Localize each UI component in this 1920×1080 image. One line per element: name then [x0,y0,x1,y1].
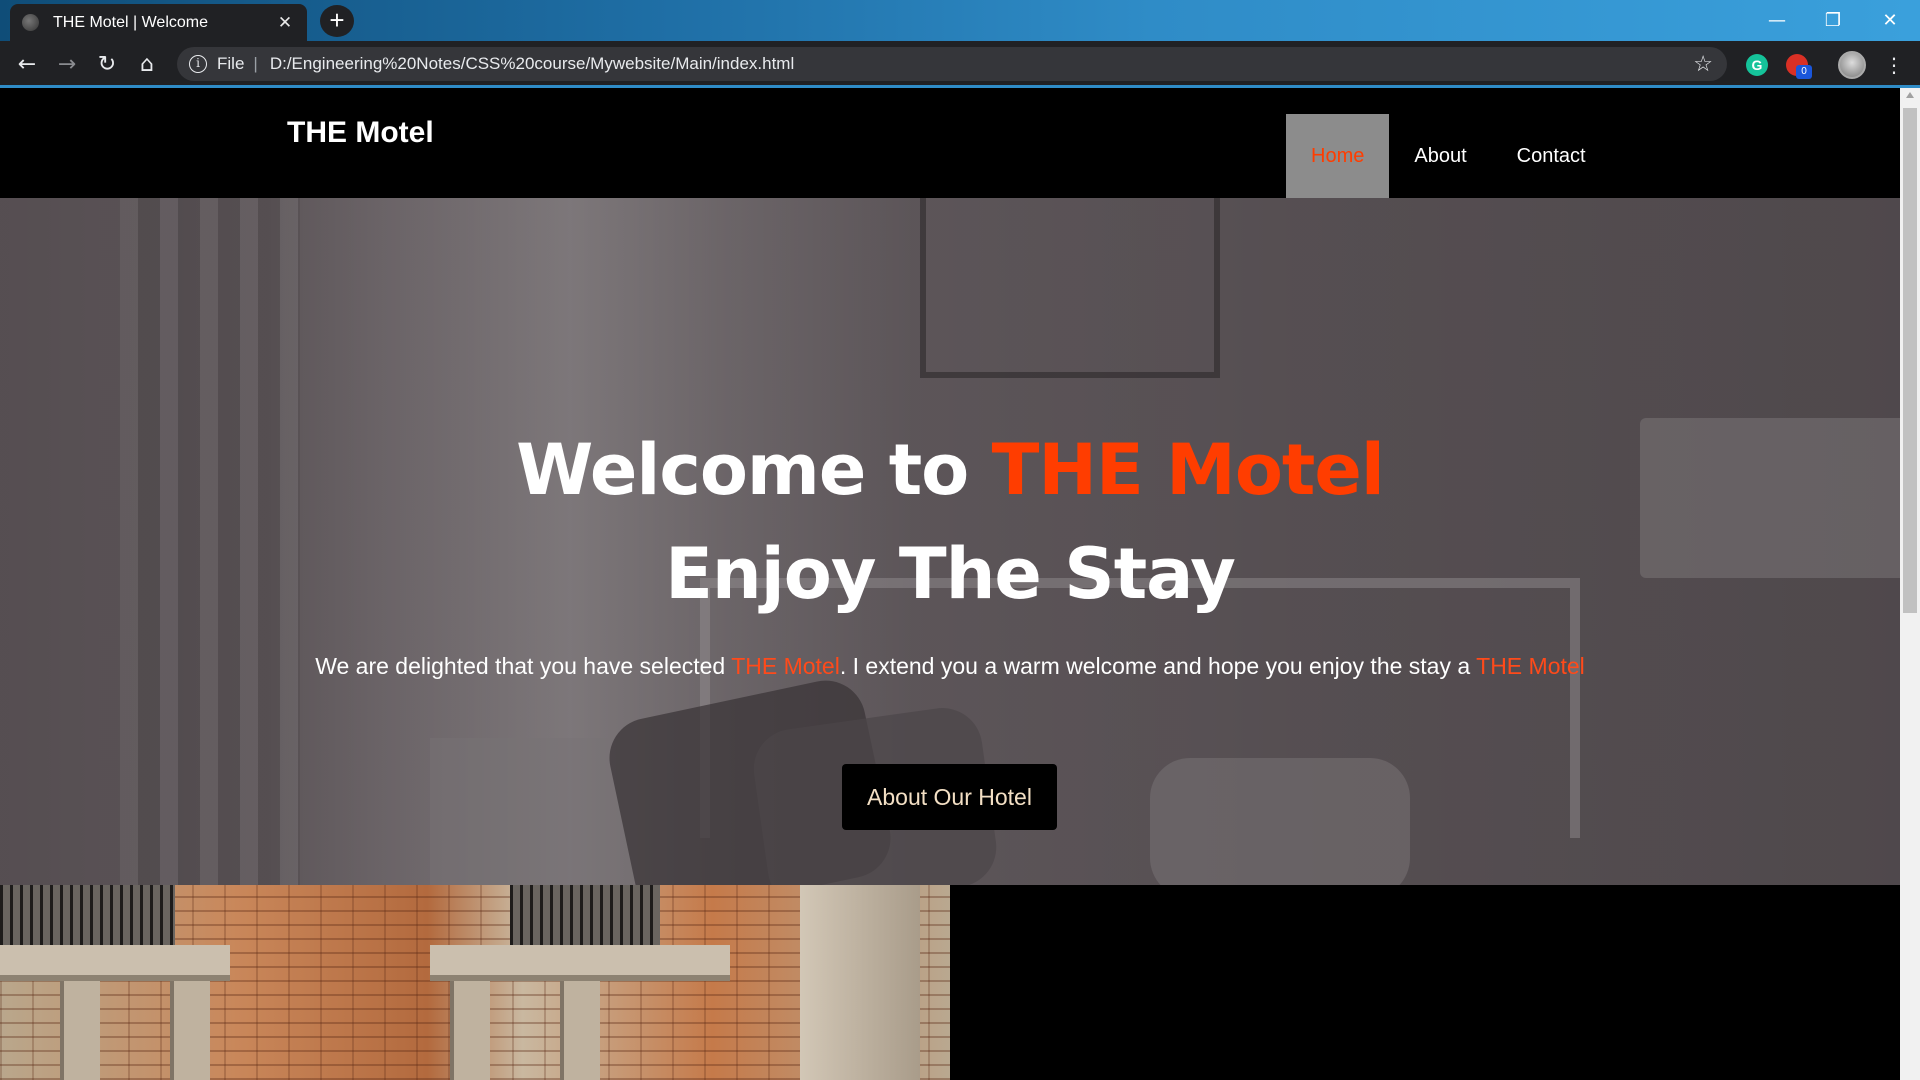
forward-arrow-icon[interactable]: → [52,49,82,79]
address-url[interactable]: D:/Engineering%20Notes/CSS%20course/Mywe… [270,54,1693,74]
reload-icon[interactable]: ↻ [92,49,122,79]
site-header: THE Motel Home About Contact [0,88,1900,198]
hero-bg-pillow [1150,758,1410,885]
browser-titlebar: THE Motel | Welcome ✕ + — ❐ ✕ [0,0,1920,41]
address-bar[interactable]: i File | D:/Engineering%20Notes/CSS%20co… [177,47,1727,81]
site-nav: Home About Contact [1286,114,1611,198]
address-scheme: File [217,54,245,73]
window-close-button[interactable]: ✕ [1862,0,1918,41]
hero-subtitle-part1: We are delighted that you have selected [315,653,732,679]
page-viewport: THE Motel Home About Contact Welcome to … [0,88,1900,1080]
about-our-hotel-button[interactable]: About Our Hotel [842,764,1057,830]
page-scrollbar[interactable] [1900,88,1920,1080]
browser-toolbar: ← → ↻ ⌂ i File | D:/Engineering%20Notes/… [0,41,1920,88]
tab-title: THE Motel | Welcome [53,13,209,31]
building-ledge [430,945,730,981]
hero-subtitle-part2: . I extend you a warm welcome and hope y… [839,653,1477,679]
home-icon[interactable]: ⌂ [132,49,162,79]
building-pillar [450,981,490,1080]
hero-title: Welcome to THE Motel Enjoy The Stay [0,418,1900,626]
building-pillar [60,981,100,1080]
hero-subtitle-accent2: THE Motel [1476,653,1585,679]
hero-title-prefix: Welcome to [516,429,992,511]
hero-subtitle-accent1: THE Motel [731,653,840,679]
extension-badge: 0 [1796,65,1812,79]
building-balcony [510,885,660,945]
window-restore-button[interactable]: ❐ [1805,0,1861,41]
building-ledge [0,945,230,981]
window-minimize-button[interactable]: — [1749,0,1805,41]
tab-favicon-icon [22,14,39,31]
bookmark-star-icon[interactable]: ☆ [1693,51,1713,77]
tab-close-icon[interactable]: ✕ [275,13,295,33]
building-pillar [170,981,210,1080]
nav-about[interactable]: About [1389,114,1491,198]
building-facade-image [0,885,950,1080]
hero-title-accent: THE Motel [991,429,1385,511]
hero-title-line2: Enjoy The Stay [665,533,1236,615]
nav-home[interactable]: Home [1286,114,1390,198]
extension-icon[interactable]: 0 [1786,54,1812,79]
hero-subtitle: We are delighted that you have selected … [0,653,1900,680]
profile-avatar[interactable] [1838,51,1866,79]
hero-bg-nightstand [430,738,620,885]
building-pillar [560,981,600,1080]
hero-section: Welcome to THE Motel Enjoy The Stay We a… [0,198,1900,885]
browser-menu-icon[interactable]: ⋮ [1884,53,1904,77]
address-separator: | [253,54,258,73]
building-column [800,885,920,1080]
building-balcony [0,885,175,945]
back-arrow-icon[interactable]: ← [12,49,42,79]
nav-contact[interactable]: Contact [1492,114,1611,198]
site-logo[interactable]: THE Motel [287,116,434,150]
scroll-up-arrow-icon[interactable] [1906,92,1914,98]
hero-bg-picture-frame [920,198,1220,378]
site-info-icon[interactable]: i [189,55,207,73]
scrollbar-thumb[interactable] [1903,108,1917,613]
grammarly-extension-icon[interactable]: G [1746,54,1768,76]
new-tab-button[interactable]: + [320,5,354,37]
browser-tab[interactable]: THE Motel | Welcome ✕ [10,4,307,41]
